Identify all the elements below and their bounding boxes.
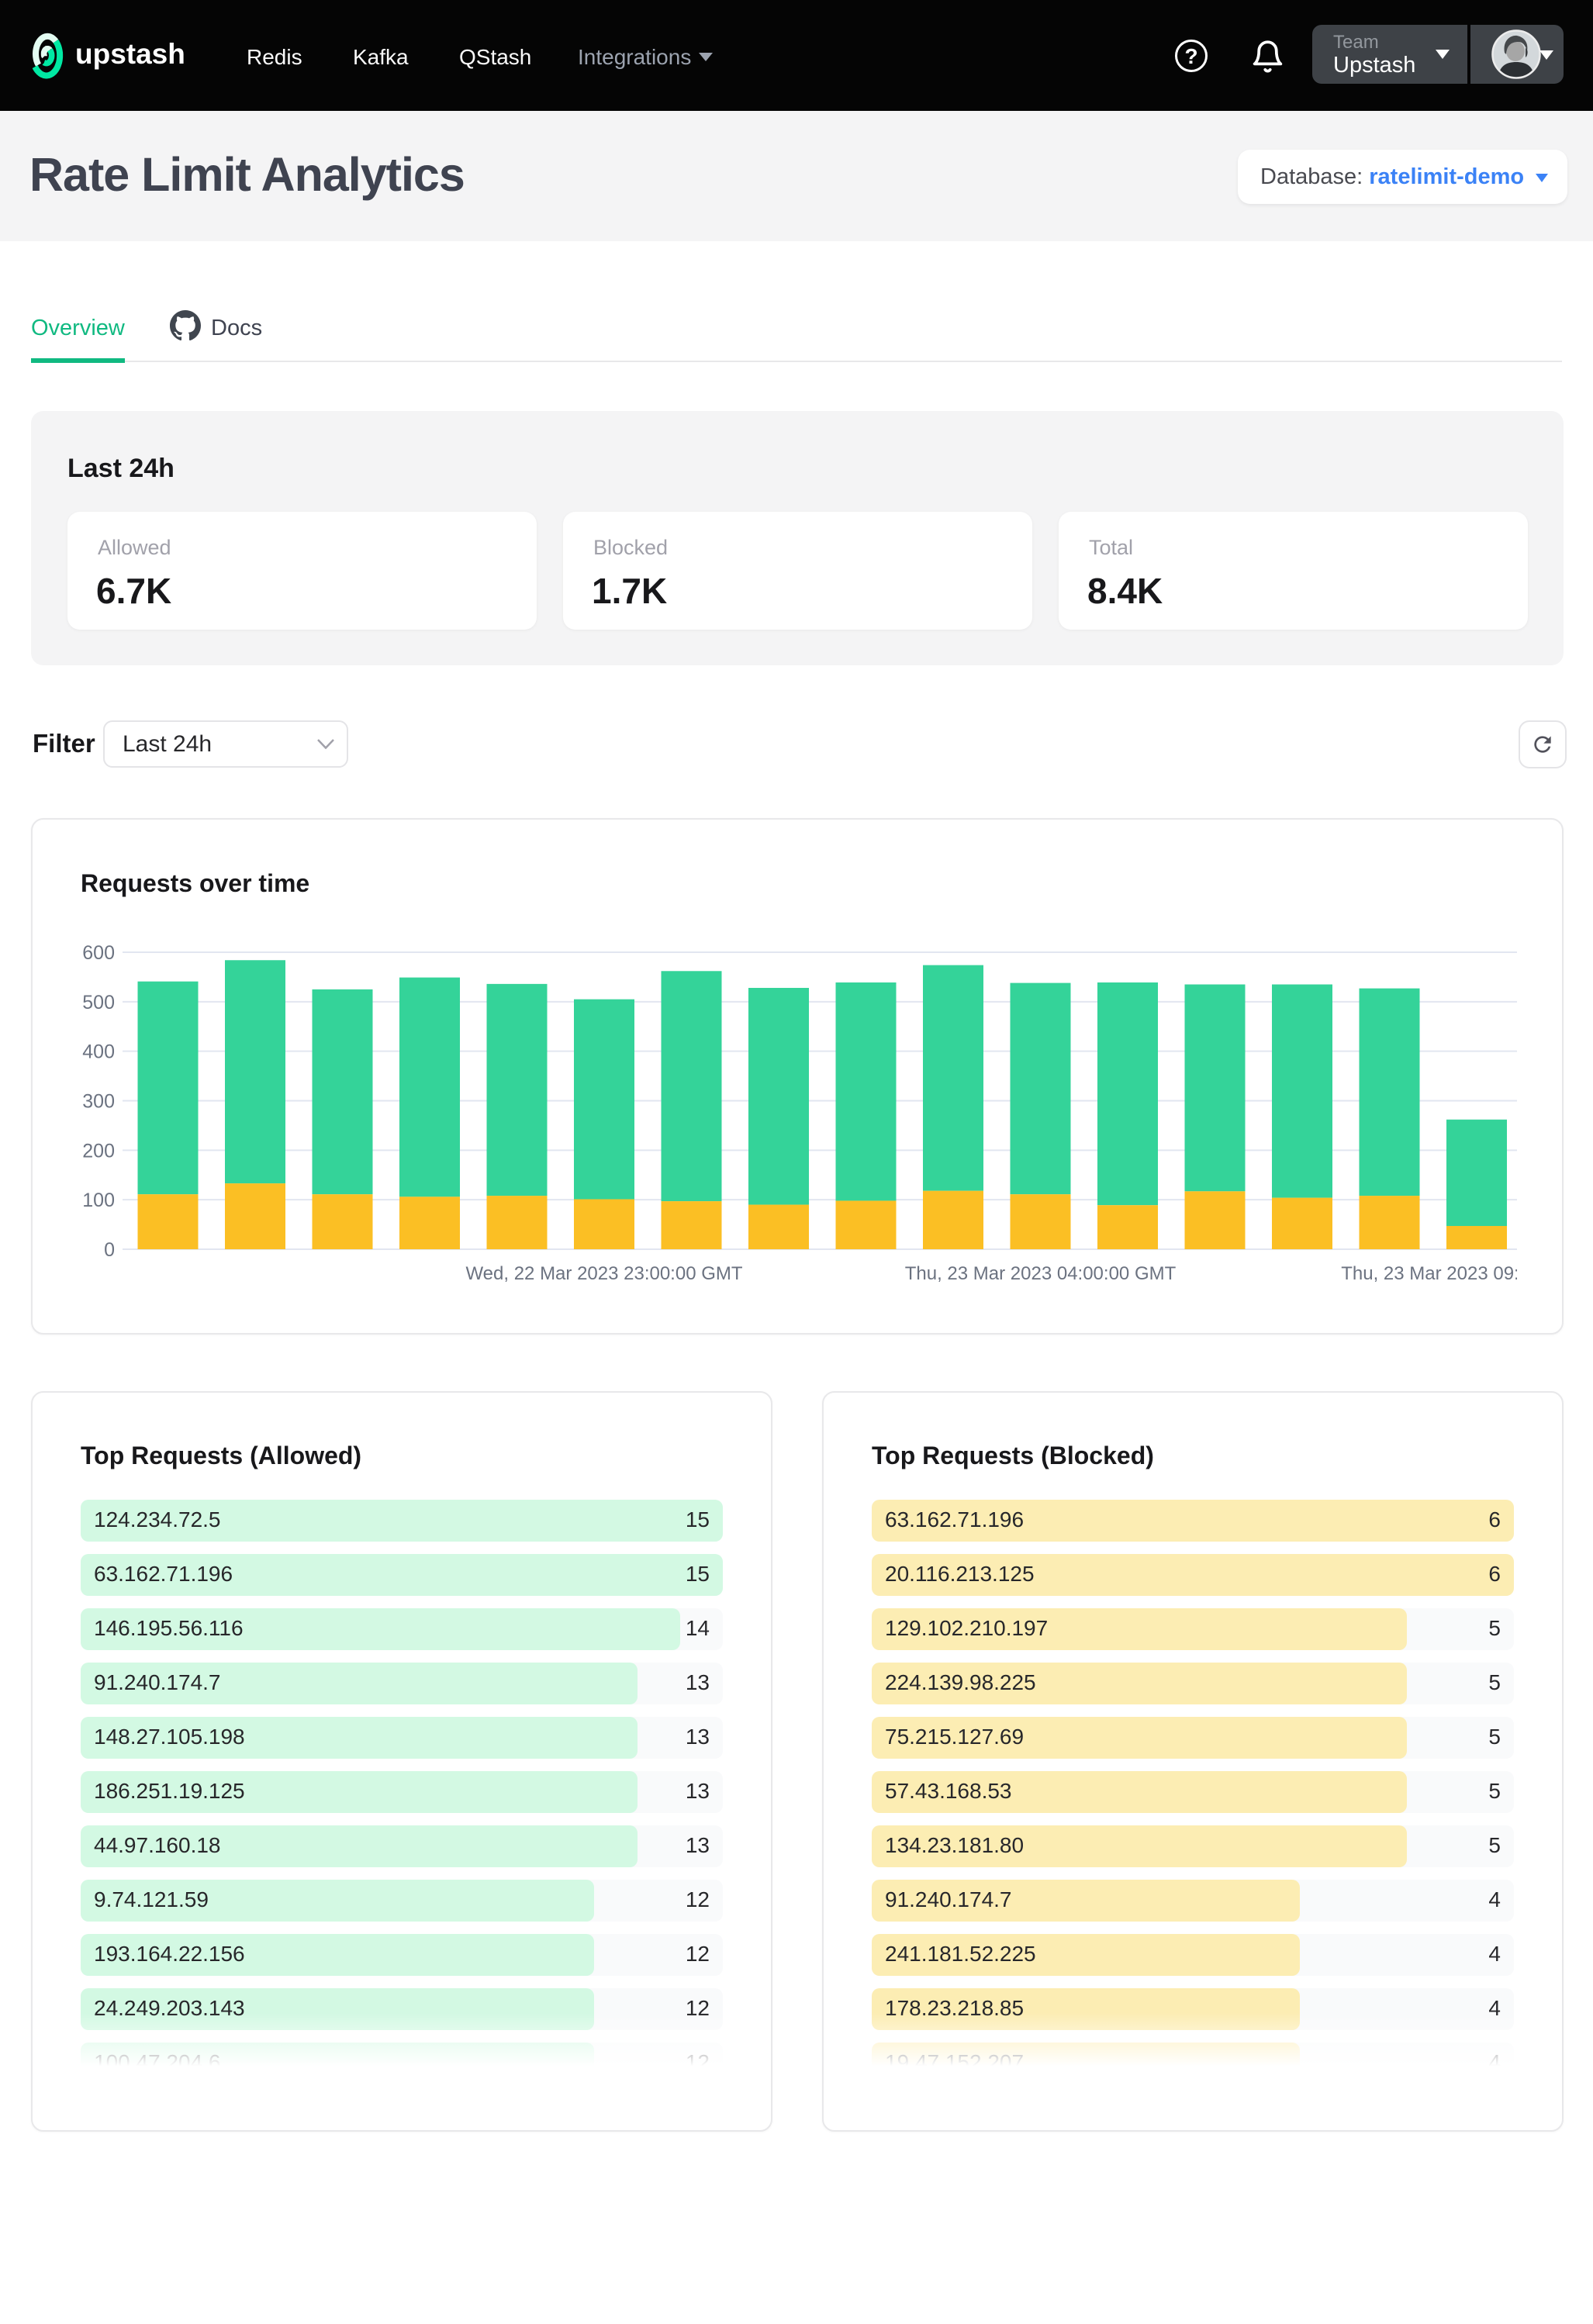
svg-text:100: 100 [82, 1190, 115, 1211]
svg-text:Wed, 22 Mar 2023 23:00:00 GMT: Wed, 22 Mar 2023 23:00:00 GMT [465, 1263, 742, 1284]
svg-text:500: 500 [82, 992, 115, 1014]
svg-text:400: 400 [82, 1041, 115, 1063]
svg-text:300: 300 [82, 1091, 115, 1113]
svg-text:200: 200 [82, 1140, 115, 1162]
svg-text:0: 0 [104, 1239, 115, 1261]
svg-text:Thu, 23 Mar 2023 04:00:00 GMT: Thu, 23 Mar 2023 04:00:00 GMT [905, 1263, 1177, 1284]
svg-text:600: 600 [82, 942, 115, 964]
svg-text:Thu, 23 Mar 2023 09:00:00 GMT: Thu, 23 Mar 2023 09:00:00 GMT [1341, 1263, 1562, 1284]
